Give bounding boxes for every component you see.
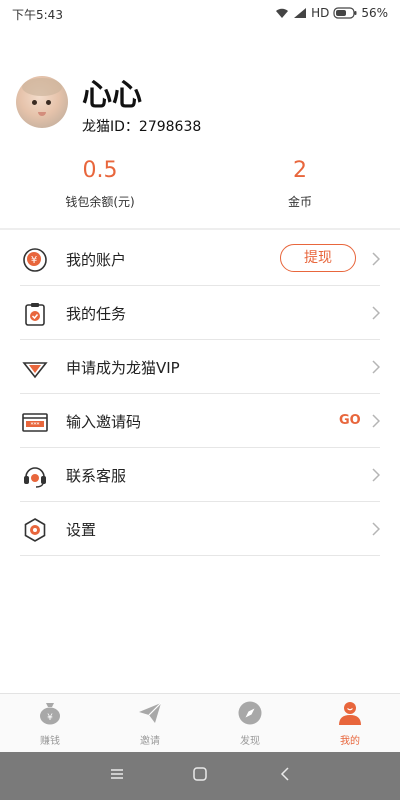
chevron-right-icon <box>372 521 381 540</box>
tab-discover-label: 发现 <box>240 736 260 747</box>
status-time: 下午5:43 <box>12 8 63 22</box>
menu-item-invite-code-label: 输入邀请码 <box>66 413 142 431</box>
status-bar: 下午5:43 HD 56% <box>0 0 400 26</box>
tab-discover[interactable]: 发现 <box>200 700 300 747</box>
menu-item-support-label: 联系客服 <box>66 467 127 485</box>
network-type: HD <box>311 6 330 20</box>
profile-name: 心心 <box>82 78 142 113</box>
coins-label: 金币 <box>287 195 312 209</box>
menu-icon[interactable] <box>110 766 124 785</box>
menu-list: ¥ 我的账户 提现 我的任务 申请成为龙猫VIP *** 输入邀请码 GO 联系… <box>0 232 400 556</box>
battery-icon <box>333 7 357 19</box>
headset-icon <box>22 463 48 489</box>
wallet-balance[interactable]: 0.5 钱包余额(元) <box>20 158 180 210</box>
wallet-balance-value: 0.5 <box>82 158 118 183</box>
menu-item-tasks-label: 我的任务 <box>66 305 127 323</box>
wallet-balance-label: 钱包余额(元) <box>65 195 135 209</box>
coins-balance[interactable]: 2 金币 <box>220 158 380 210</box>
profile-header: 心心 龙猫ID：2798638 <box>16 74 384 135</box>
tab-earn-label: 赚钱 <box>40 736 60 747</box>
wifi-icon <box>275 7 289 19</box>
menu-item-settings[interactable]: 设置 <box>0 502 400 556</box>
tab-earn[interactable]: ¥ 赚钱 <box>0 700 100 747</box>
keyboard-code-icon: *** <box>22 409 48 435</box>
section-divider <box>0 228 400 230</box>
chevron-right-icon <box>372 251 381 270</box>
signal-icon <box>293 7 307 19</box>
withdraw-button[interactable]: 提现 <box>280 244 356 272</box>
menu-item-account[interactable]: ¥ 我的账户 提现 <box>0 232 400 286</box>
battery-percent: 56% <box>361 6 388 20</box>
tab-invite[interactable]: 邀请 <box>100 700 200 747</box>
menu-item-tasks[interactable]: 我的任务 <box>0 286 400 340</box>
chevron-right-icon <box>372 413 381 432</box>
avatar[interactable] <box>16 76 68 128</box>
tab-invite-label: 邀请 <box>140 736 160 747</box>
chevron-right-icon <box>372 305 381 324</box>
chevron-right-icon <box>372 467 381 486</box>
tab-mine[interactable]: 我的 <box>300 700 400 747</box>
back-icon[interactable] <box>280 766 290 786</box>
gear-icon <box>22 517 48 543</box>
tab-mine-label: 我的 <box>340 736 360 747</box>
paper-plane-icon <box>137 700 163 726</box>
money-bag-icon: ¥ <box>37 700 63 726</box>
menu-item-invite-code[interactable]: *** 输入邀请码 GO <box>0 394 400 448</box>
svg-text:¥: ¥ <box>31 255 37 266</box>
menu-item-vip-label: 申请成为龙猫VIP <box>66 359 180 377</box>
menu-item-support[interactable]: 联系客服 <box>0 448 400 502</box>
yuan-coin-icon: ¥ <box>22 247 48 273</box>
bottom-tab-bar: ¥ 赚钱 邀请 发现 我的 <box>0 693 400 752</box>
menu-item-vip[interactable]: 申请成为龙猫VIP <box>0 340 400 394</box>
svg-text:¥: ¥ <box>47 713 53 723</box>
go-link[interactable]: GO <box>339 413 361 428</box>
coins-value: 2 <box>293 158 307 183</box>
system-navigation-bar <box>0 752 400 800</box>
compass-icon <box>237 700 263 726</box>
profile-id: 龙猫ID：2798638 <box>82 119 202 135</box>
person-icon <box>337 700 363 726</box>
home-icon[interactable] <box>192 766 208 786</box>
status-indicators: HD 56% <box>275 6 388 20</box>
vip-diamond-icon <box>22 355 48 381</box>
clipboard-check-icon <box>22 301 48 327</box>
svg-text:***: *** <box>31 422 40 429</box>
menu-item-settings-label: 设置 <box>66 521 97 539</box>
chevron-right-icon <box>372 359 381 378</box>
menu-item-account-label: 我的账户 <box>66 251 127 269</box>
